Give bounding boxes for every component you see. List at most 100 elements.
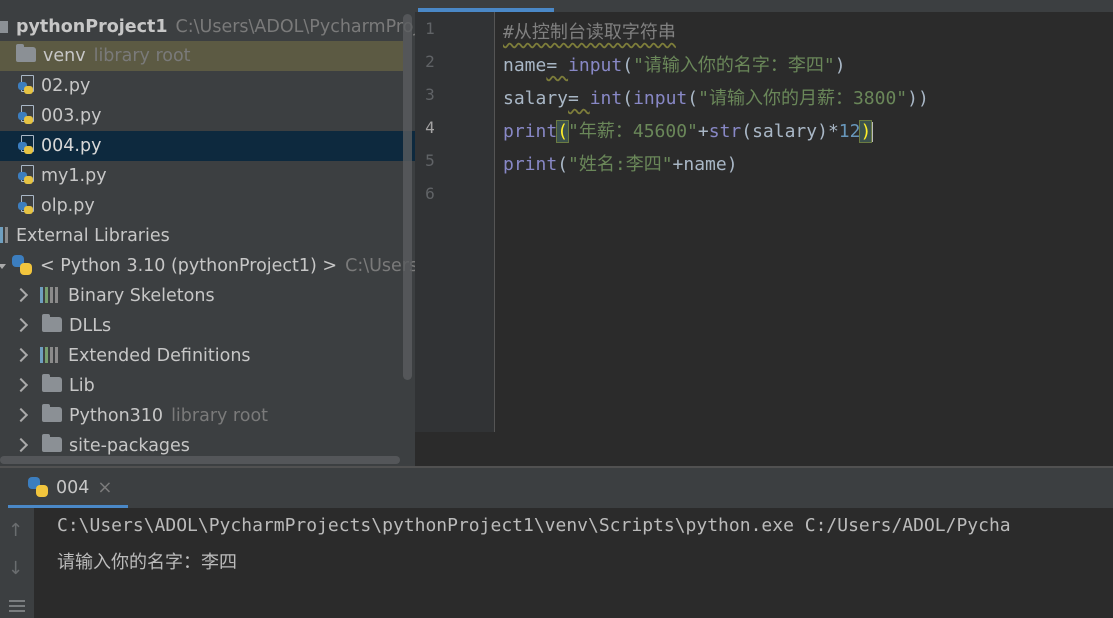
sdk-child-label: Python310 <box>69 406 164 426</box>
tree-row-file[interactable]: 003.py <box>18 101 101 131</box>
tree-row-sdk-child[interactable]: DLLs <box>13 311 111 341</box>
python-file-icon <box>18 194 36 215</box>
code-paren: ( <box>622 88 634 109</box>
code-paren: ( <box>557 154 569 175</box>
code-line-4[interactable]: print("年薪：45600"+str(salary)*12) <box>503 117 874 143</box>
line-number: 3 <box>425 85 435 104</box>
python-file-icon <box>18 164 36 185</box>
tree-row-sdk-child[interactable]: Lib <box>13 371 95 401</box>
file-label: olp.py <box>41 196 95 216</box>
code-identifier: salary <box>503 88 569 109</box>
sdk-child-label: Lib <box>69 376 95 396</box>
run-tool-window-header: 004 × <box>0 468 1113 508</box>
editor-bottom-area <box>415 432 1113 466</box>
python-sdk-label: < Python 3.10 (pythonProject1) > <box>40 256 338 276</box>
module-icon <box>0 21 8 33</box>
tree-row-file-selected[interactable]: 004.py <box>0 131 415 161</box>
python-file-icon <box>18 74 36 95</box>
run-tab-004[interactable]: 004 × <box>8 468 128 508</box>
tree-row-external-libraries[interactable]: External Libraries <box>0 221 170 251</box>
code-string: "请输入你的月薪：3800" <box>698 88 908 109</box>
library-icon <box>40 346 62 363</box>
sdk-child-hint: library root <box>171 406 269 426</box>
code-paren: )) <box>907 88 929 109</box>
code-builtin: print <box>503 121 558 142</box>
tree-row-sdk-child[interactable]: Extended Definitions <box>13 341 251 371</box>
code-line-1[interactable]: #从控制台读取字符串 <box>503 18 676 44</box>
code-expression: +name) <box>672 154 738 175</box>
python-run-icon <box>28 476 48 497</box>
python-file-icon <box>18 104 36 125</box>
code-builtin: print <box>503 154 558 175</box>
code-paren: ) <box>834 55 846 76</box>
tree-row-file[interactable]: my1.py <box>18 161 107 191</box>
code-paren: ( <box>622 55 634 76</box>
chevron-down-icon[interactable] <box>0 263 6 269</box>
folder-icon <box>42 434 62 452</box>
code-number: 12 <box>838 121 861 142</box>
tree-scrollbar[interactable] <box>403 14 412 380</box>
chevron-right-icon[interactable] <box>13 377 29 392</box>
code-line-3[interactable]: salary= int(input("请输入你的月薪：3800")) <box>503 84 929 110</box>
line-number-current: 4 <box>425 118 435 137</box>
tree-row-venv[interactable]: venv library root <box>0 41 403 71</box>
tree-hscroll-bar[interactable] <box>0 456 400 464</box>
chevron-right-icon[interactable] <box>13 407 29 422</box>
python-sdk-icon <box>12 254 32 275</box>
run-tab-label: 004 <box>56 478 90 498</box>
code-line-5[interactable]: print("姓名:李四"+name) <box>503 150 738 176</box>
chevron-right-icon[interactable] <box>13 317 29 332</box>
file-label: 003.py <box>41 106 102 126</box>
tree-row-file[interactable]: 02.py <box>18 71 90 101</box>
run-console-output[interactable]: C:\Users\ADOL\PycharmProjects\pythonProj… <box>34 508 1113 618</box>
code-builtin: input <box>633 88 688 109</box>
run-side-toolbar: ↑ ↓ <box>0 508 34 618</box>
code-builtin: str <box>708 121 742 142</box>
arrow-down-icon[interactable]: ↓ <box>8 558 23 579</box>
arrow-up-icon[interactable]: ↑ <box>8 520 23 541</box>
sdk-child-label: Binary Skeletons <box>68 286 215 306</box>
sdk-child-label: site-packages <box>69 436 190 456</box>
code-operator: = <box>546 55 569 76</box>
matched-paren: ( <box>556 120 570 143</box>
line-number: 5 <box>425 151 435 170</box>
console-line: C:\Users\ADOL\PycharmProjects\pythonProj… <box>57 515 1011 536</box>
code-string: "姓名:李四" <box>568 154 673 175</box>
code-builtin: int <box>589 88 623 109</box>
chevron-right-icon[interactable] <box>13 437 29 452</box>
tree-row-sdk-child[interactable]: Binary Skeletons <box>13 281 215 311</box>
project-tree-panel: pythonProject1 C:\Users\ADOL\PycharmProje… <box>0 0 415 466</box>
file-label: my1.py <box>41 166 107 186</box>
code-string: "年薪：45600" <box>568 121 698 142</box>
folder-icon <box>42 374 62 392</box>
external-libraries-label: External Libraries <box>16 226 170 246</box>
code-comment: #从控制台读取字符串 <box>503 22 676 43</box>
chevron-right-icon[interactable] <box>13 347 29 362</box>
tree-row-sdk-child[interactable]: Python310 library root <box>13 401 269 431</box>
line-number: 1 <box>425 19 435 38</box>
tree-row-file[interactable]: olp.py <box>18 191 95 221</box>
line-number-gutter: 1 2 3 4 5 6 <box>415 12 495 432</box>
project-path: C:\Users\ADOL\PycharmProje <box>175 17 415 37</box>
chevron-right-icon[interactable] <box>13 287 29 302</box>
code-editor[interactable]: #从控制台读取字符串 name= input("请输入你的名字：李四") sal… <box>495 12 1113 432</box>
close-icon[interactable]: × <box>97 477 112 498</box>
code-string: "请输入你的名字：李四" <box>633 55 835 76</box>
folder-icon <box>42 314 62 332</box>
code-operator: + <box>697 121 709 142</box>
project-name: pythonProject1 <box>16 17 168 37</box>
file-label: 02.py <box>41 76 91 96</box>
venv-label: venv <box>43 46 86 66</box>
line-number: 2 <box>425 52 435 71</box>
code-expression: (salary)* <box>741 121 839 142</box>
soft-wrap-icon[interactable] <box>9 600 25 614</box>
code-line-2[interactable]: name= input("请输入你的名字：李四") <box>503 51 846 77</box>
tree-row-python-sdk[interactable]: < Python 3.10 (pythonProject1) >C:\Users… <box>0 251 415 281</box>
folder-icon <box>16 44 36 62</box>
console-line: 请输入你的名字：李四 <box>57 552 237 573</box>
line-number: 6 <box>425 184 435 203</box>
code-paren: ( <box>687 88 699 109</box>
code-identifier: name <box>503 55 547 76</box>
tree-row-project-root[interactable]: pythonProject1 C:\Users\ADOL\PycharmProje <box>0 12 415 42</box>
code-operator: = <box>568 88 590 109</box>
